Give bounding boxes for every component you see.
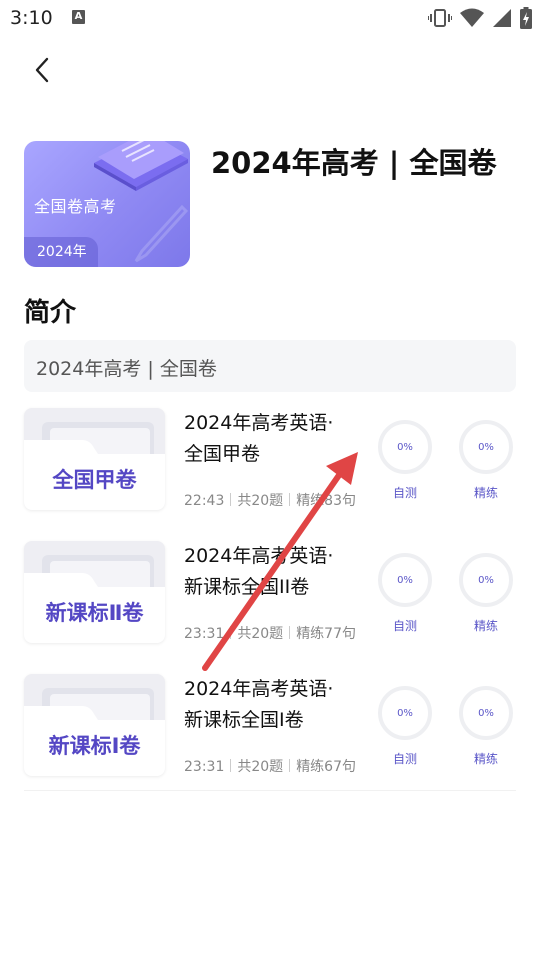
battery-charging-icon <box>520 7 532 29</box>
self-test-progress[interactable]: 0% 自测 <box>378 420 432 501</box>
exam-title: 2024年高考英语· 新课标全国I卷 <box>184 674 359 736</box>
notification-a-icon: A <box>72 10 85 24</box>
status-time: 3:10 <box>10 7 53 29</box>
meta-divider <box>230 493 232 506</box>
chevron-left-icon <box>35 57 49 83</box>
exam-meta: 22:43 共20题 精练83句 <box>184 490 356 510</box>
exam-thumbnail-label: 全国甲卷 <box>52 468 137 492</box>
meta-divider <box>230 759 232 772</box>
progress-ring: 0% <box>378 553 432 607</box>
exam-question-count: 共20题 <box>237 759 284 775</box>
exam-question-count: 共20题 <box>237 626 284 642</box>
exam-time: 23:31 <box>184 759 225 775</box>
exam-thumbnail: 新课标Ⅱ卷 <box>24 541 165 643</box>
folder-icon <box>24 688 165 776</box>
cover-title: 全国卷高考 <box>34 197 117 216</box>
status-bar: 3:10 A <box>0 0 540 36</box>
exam-title-line2: 新课标全国I卷 <box>184 709 304 731</box>
exam-thumbnail-label: 新课标Ⅱ卷 <box>45 601 144 625</box>
self-test-label: 自测 <box>392 486 417 500</box>
exam-thumbnail-label: 新课标Ⅰ卷 <box>48 734 141 758</box>
book-illustration-icon <box>94 141 188 191</box>
progress-ring: 0% <box>459 553 513 607</box>
exam-title-line1: 2024年高考英语· <box>184 545 334 567</box>
folder-icon <box>24 555 165 643</box>
exam-title-line2: 全国甲卷 <box>184 443 261 465</box>
exam-list-item[interactable]: 全国甲卷 2024年高考英语· 全国甲卷 22:43 共20题 精练83句 0% 自… <box>0 402 540 520</box>
exam-title: 2024年高考英语· 新课标全国II卷 <box>184 541 359 603</box>
self-test-progress[interactable]: 0% 自测 <box>378 686 432 767</box>
back-button[interactable] <box>22 50 62 90</box>
exam-time: 22:43 <box>184 493 225 509</box>
self-test-label: 自测 <box>392 619 417 633</box>
signal-icon <box>493 9 511 27</box>
meta-divider <box>230 626 232 639</box>
status-icons <box>428 7 532 29</box>
exam-meta: 23:31 共20题 精练77句 <box>184 623 356 643</box>
folder-icon <box>24 422 165 510</box>
progress-ring: 0% <box>378 420 432 474</box>
book-cover: 全国卷高考 2024年 <box>24 141 190 267</box>
exam-practice-count: 精练83句 <box>296 493 357 509</box>
progress-ring: 0% <box>459 420 513 474</box>
meta-divider <box>289 493 291 506</box>
exam-title-line2: 新课标全国II卷 <box>184 576 310 598</box>
wifi-icon <box>460 8 484 27</box>
meta-divider <box>289 759 291 772</box>
intro-box: 2024年高考 | 全国卷 <box>24 340 516 392</box>
exam-practice-count: 精练77句 <box>296 626 357 642</box>
refine-progress[interactable]: 0% 精练 <box>459 420 513 501</box>
intro-text: 2024年高考 | 全国卷 <box>36 358 217 380</box>
vibrate-icon <box>428 9 452 27</box>
self-test-progress[interactable]: 0% 自测 <box>378 553 432 634</box>
progress-ring: 0% <box>378 686 432 740</box>
exam-title-line1: 2024年高考英语· <box>184 412 334 434</box>
exam-meta: 23:31 共20题 精练67句 <box>184 756 356 776</box>
exam-thumbnail: 新课标Ⅰ卷 <box>24 674 165 776</box>
exam-list-item[interactable]: 新课标Ⅰ卷 2024年高考英语· 新课标全国I卷 23:31 共20题 精练67句 … <box>0 668 540 786</box>
self-test-label: 自测 <box>392 752 417 766</box>
exam-title-line1: 2024年高考英语· <box>184 678 334 700</box>
refine-progress[interactable]: 0% 精练 <box>459 686 513 767</box>
pencil-illustration-icon <box>134 204 188 263</box>
list-divider <box>24 790 516 791</box>
exam-title: 2024年高考英语· 全国甲卷 <box>184 408 359 470</box>
exam-question-count: 共20题 <box>237 493 284 509</box>
intro-heading: 简介 <box>24 298 77 328</box>
exam-thumbnail: 全国甲卷 <box>24 408 165 510</box>
exam-time: 23:31 <box>184 626 225 642</box>
meta-divider <box>289 626 291 639</box>
refine-label: 精练 <box>473 752 498 766</box>
exam-practice-count: 精练67句 <box>296 759 357 775</box>
refine-progress[interactable]: 0% 精练 <box>459 553 513 634</box>
exam-list-item[interactable]: 新课标Ⅱ卷 2024年高考英语· 新课标全国II卷 23:31 共20题 精练77句… <box>0 535 540 653</box>
refine-label: 精练 <box>473 619 498 633</box>
cover-year-badge: 2024年 <box>24 237 98 267</box>
progress-ring: 0% <box>459 686 513 740</box>
refine-label: 精练 <box>473 486 498 500</box>
book-title: 2024年高考 | 全国卷 <box>211 146 497 180</box>
